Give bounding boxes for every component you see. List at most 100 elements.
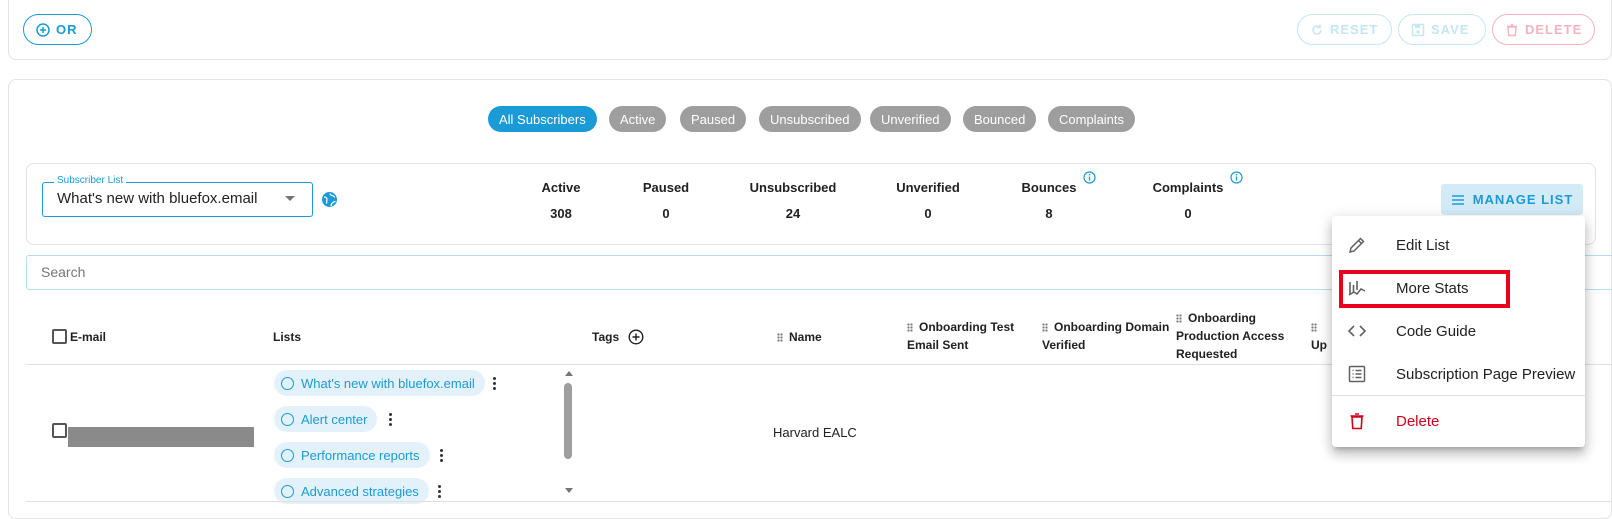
header-onboarding-test-label: Onboarding Test Email Sent	[907, 320, 1015, 352]
stat-unsubscribed-value: 24	[785, 206, 801, 221]
manage-list-menu: Edit List More Stats Code Guide Subscrip…	[1332, 216, 1585, 447]
globe-icon[interactable]	[321, 191, 338, 208]
header-onboarding-domain[interactable]: Onboarding Domain Verified	[1042, 318, 1177, 354]
trash-icon	[1350, 413, 1364, 430]
list-chip-whats-new[interactable]: What's new with bluefox.email	[274, 370, 485, 396]
menu-divider	[1332, 395, 1585, 396]
list-chip-alert-center[interactable]: Alert center	[274, 406, 378, 432]
menu-item-subscription-page-preview[interactable]: Subscription Page Preview	[1332, 353, 1585, 395]
filter-chip-unsubscribed[interactable]: Unsubscribed	[759, 106, 861, 132]
header-tags[interactable]: Tags	[592, 328, 619, 346]
stat-active: Active 308	[533, 180, 589, 221]
menu-item-label: Subscription Page Preview	[1396, 365, 1576, 383]
menu-item-label: Delete	[1396, 412, 1440, 430]
scrollbar-thumb[interactable]	[564, 383, 572, 459]
menu-lines-icon	[1451, 194, 1464, 205]
filter-chip-complaints[interactable]: Complaints	[1048, 106, 1136, 132]
drag-handle-icon[interactable]	[907, 323, 913, 333]
drag-handle-icon[interactable]	[1311, 323, 1317, 333]
stat-unverified-value: 0	[924, 206, 932, 221]
pencil-icon	[1348, 237, 1365, 254]
stat-bounces-value: 8	[1045, 206, 1053, 221]
menu-item-edit-list[interactable]: Edit List	[1332, 224, 1585, 266]
circle-icon	[281, 376, 294, 390]
plus-circle-icon	[36, 22, 50, 37]
list-chip-label: Advanced strategies	[301, 483, 419, 499]
stat-paused-value: 0	[662, 206, 670, 221]
more-vert-icon[interactable]	[438, 485, 442, 500]
circle-icon	[281, 412, 294, 426]
filter-chip-all-subscribers[interactable]: All Subscribers	[488, 106, 597, 132]
chevron-down-icon[interactable]	[285, 196, 295, 201]
filter-chip-unverified[interactable]: Unverified	[870, 106, 951, 132]
header-onboarding-production[interactable]: Onboarding Production Access Requested	[1176, 309, 1301, 363]
list-chip-performance-reports[interactable]: Performance reports	[274, 442, 430, 468]
header-onboarding-production-label: Onboarding Production Access Requested	[1176, 311, 1285, 361]
more-vert-icon[interactable]	[440, 449, 444, 464]
subscriber-list-select-label: Subscriber List	[54, 175, 127, 186]
menu-item-label: Edit List	[1396, 236, 1450, 254]
stat-complaints: Complaints 0	[1150, 180, 1226, 221]
stat-paused: Paused 0	[638, 180, 694, 221]
header-onboarding-up-label: Up	[1311, 338, 1327, 352]
list-chip-label: Alert center	[301, 411, 368, 427]
subscriber-list-select-value[interactable]: What's new with bluefox.email	[57, 190, 257, 207]
row-checkbox[interactable]	[52, 423, 67, 438]
manage-list-button[interactable]: MANAGE LIST	[1441, 184, 1583, 215]
select-all-checkbox[interactable]	[52, 329, 67, 344]
delete-button[interactable]: DELETE	[1492, 14, 1595, 45]
scroll-up-arrow-icon[interactable]	[565, 371, 573, 376]
more-vert-icon[interactable]	[493, 377, 497, 392]
list-preview-icon	[1348, 365, 1366, 383]
row-divider	[26, 501, 1612, 502]
menu-item-delete[interactable]: Delete	[1332, 400, 1585, 442]
header-email[interactable]: E-mail	[70, 328, 106, 346]
circle-icon	[281, 484, 294, 498]
stat-unverified: Unverified 0	[888, 180, 968, 221]
filter-chip-active[interactable]: Active	[609, 106, 667, 132]
stat-active-value: 308	[550, 206, 572, 221]
or-button-label: OR	[56, 22, 78, 37]
add-tag-icon[interactable]	[628, 329, 644, 345]
manage-list-label: MANAGE LIST	[1472, 192, 1574, 207]
list-chip-label: What's new with bluefox.email	[301, 375, 475, 391]
header-name[interactable]: Name	[777, 328, 822, 346]
circle-icon	[281, 448, 294, 462]
list-chip-label: Performance reports	[301, 447, 420, 463]
stat-unsubscribed: Unsubscribed 24	[743, 180, 843, 221]
save-button[interactable]: SAVE	[1398, 14, 1486, 45]
filter-chip-bounced[interactable]: Bounced	[963, 106, 1037, 132]
name-cell: Harvard EALC	[773, 425, 857, 440]
scroll-down-arrow-icon[interactable]	[565, 488, 573, 493]
code-icon	[1347, 325, 1367, 337]
drag-handle-icon[interactable]	[1176, 314, 1182, 324]
save-button-label: SAVE	[1431, 22, 1470, 37]
header-onboarding-domain-label: Onboarding Domain Verified	[1042, 320, 1170, 352]
header-name-label: Name	[789, 330, 822, 344]
or-button[interactable]: OR	[23, 14, 92, 45]
reset-button-label: RESET	[1330, 22, 1379, 37]
trash-icon	[1507, 23, 1517, 36]
drag-handle-icon[interactable]	[1042, 323, 1048, 333]
stat-active-label: Active	[541, 180, 581, 195]
stat-unverified-label: Unverified	[896, 180, 960, 195]
menu-item-label: Code Guide	[1396, 322, 1477, 340]
stat-bounces: Bounces 8	[1016, 180, 1082, 221]
bounces-info-icon[interactable]	[1083, 171, 1096, 184]
more-vert-icon[interactable]	[389, 413, 393, 428]
header-onboarding-test[interactable]: Onboarding Test Email Sent	[907, 318, 1037, 354]
stat-paused-label: Paused	[642, 180, 690, 195]
filter-chip-paused[interactable]: Paused	[680, 106, 747, 132]
reset-button[interactable]: RESET	[1297, 14, 1392, 45]
highlight-annotation-box	[1339, 270, 1510, 308]
drag-handle-icon[interactable]	[777, 333, 783, 343]
header-lists[interactable]: Lists	[273, 328, 301, 346]
delete-button-label: DELETE	[1525, 22, 1583, 37]
stat-unsubscribed-label: Unsubscribed	[749, 180, 837, 195]
complaints-info-icon[interactable]	[1230, 171, 1243, 184]
redacted-email	[68, 427, 254, 447]
stat-complaints-label: Complaints	[1152, 180, 1224, 195]
stat-complaints-value: 0	[1184, 206, 1192, 221]
stat-bounces-label: Bounces	[1021, 180, 1077, 195]
menu-item-code-guide[interactable]: Code Guide	[1332, 310, 1585, 352]
